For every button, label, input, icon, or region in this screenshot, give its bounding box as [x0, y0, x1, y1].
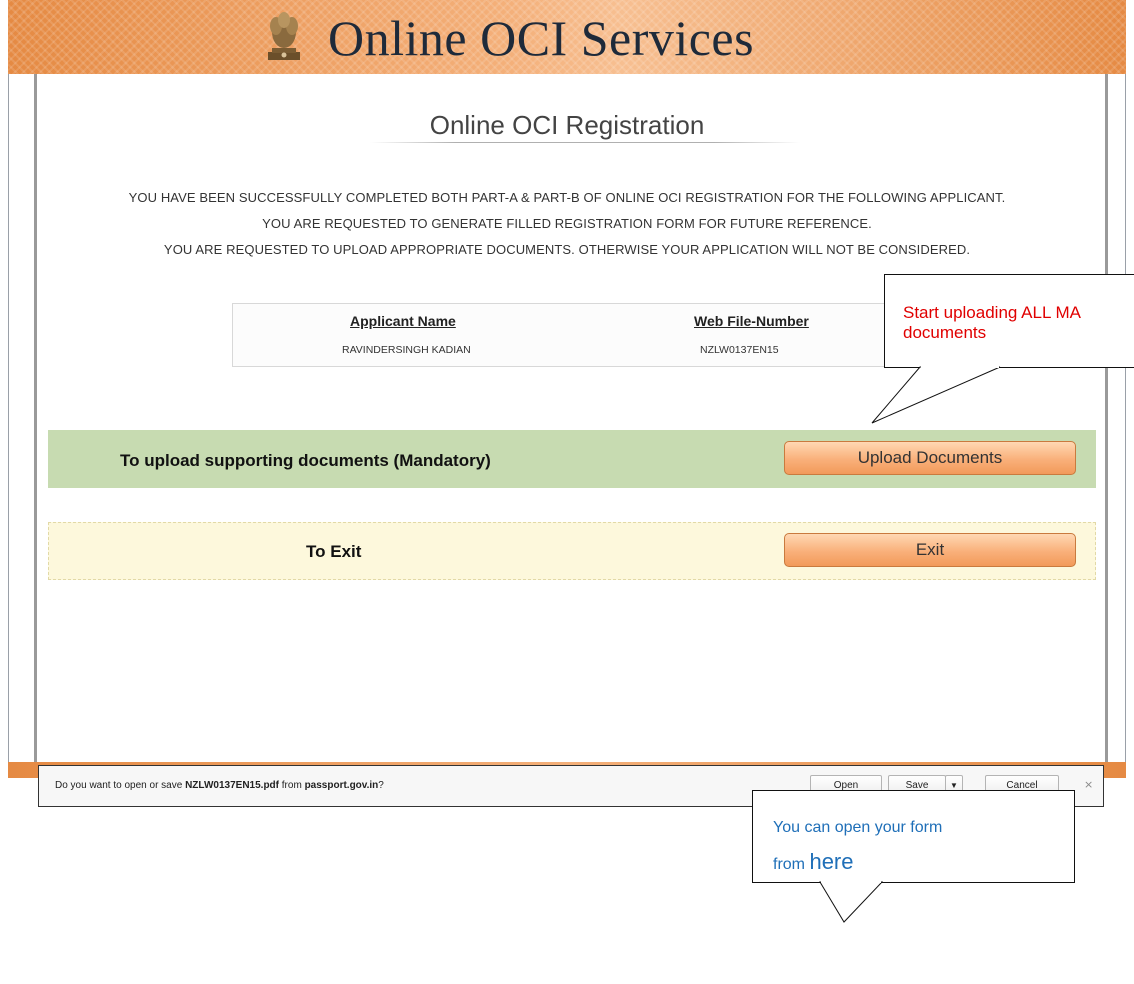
site-title: Online OCI Services: [328, 10, 755, 66]
upload-callout-line1: Start uploading ALL MA: [903, 303, 1081, 322]
download-prompt: Do you want to open or save NZLW0137EN15…: [55, 780, 384, 791]
download-prompt-prefix: Do you want to open or save: [55, 780, 186, 791]
open-callout-pointer: [819, 881, 884, 923]
open-callout-emphasis: here: [809, 849, 854, 874]
upload-row-label: To upload supporting documents (Mandator…: [120, 451, 491, 470]
generate-form-message: YOU ARE REQUESTED TO GENERATE FILLED REG…: [262, 216, 872, 231]
close-icon[interactable]: ×: [1084, 778, 1093, 791]
download-filename: NZLW0137EN15.pdf: [185, 780, 279, 791]
upload-callout: Start uploading ALL MA documents: [884, 274, 1134, 368]
download-domain: passport.gov.in: [304, 780, 379, 791]
national-emblem-icon: [268, 12, 300, 60]
download-prompt-suffix: ?: [378, 780, 384, 791]
upload-callout-text: Start uploading ALL MA documents: [903, 303, 1081, 343]
upload-warning-message: YOU ARE REQUESTED TO UPLOAD APPROPRIATE …: [163, 242, 971, 257]
upload-callout-line2: documents: [903, 323, 987, 342]
upload-documents-button[interactable]: Upload Documents: [784, 441, 1076, 475]
open-callout-prefix: from: [773, 856, 810, 873]
applicant-name-value: RAVINDERSINGH KADIAN: [342, 344, 471, 356]
frame-border-left: [8, 74, 9, 774]
frame-border-right: [1125, 74, 1126, 774]
success-message: YOU HAVE BEEN SUCCESSFULLY COMPLETED BOT…: [128, 190, 1006, 205]
title-divider: [370, 142, 800, 143]
open-callout-line2: from here: [773, 849, 854, 875]
site-header: Online OCI Services: [8, 0, 1126, 74]
web-file-number-value: NZLW0137EN15: [700, 344, 779, 356]
open-form-callout: You can open your form from here: [752, 790, 1075, 883]
content-frame: [34, 74, 1108, 762]
page-title: Online OCI Registration: [429, 110, 705, 140]
exit-row-label: To Exit: [306, 542, 362, 561]
download-prompt-middle: from: [279, 780, 305, 791]
exit-button[interactable]: Exit: [784, 533, 1076, 567]
applicant-name-header: Applicant Name: [350, 313, 456, 329]
open-callout-line1: You can open your form: [773, 819, 943, 836]
web-file-number-header: Web File-Number: [694, 313, 809, 329]
